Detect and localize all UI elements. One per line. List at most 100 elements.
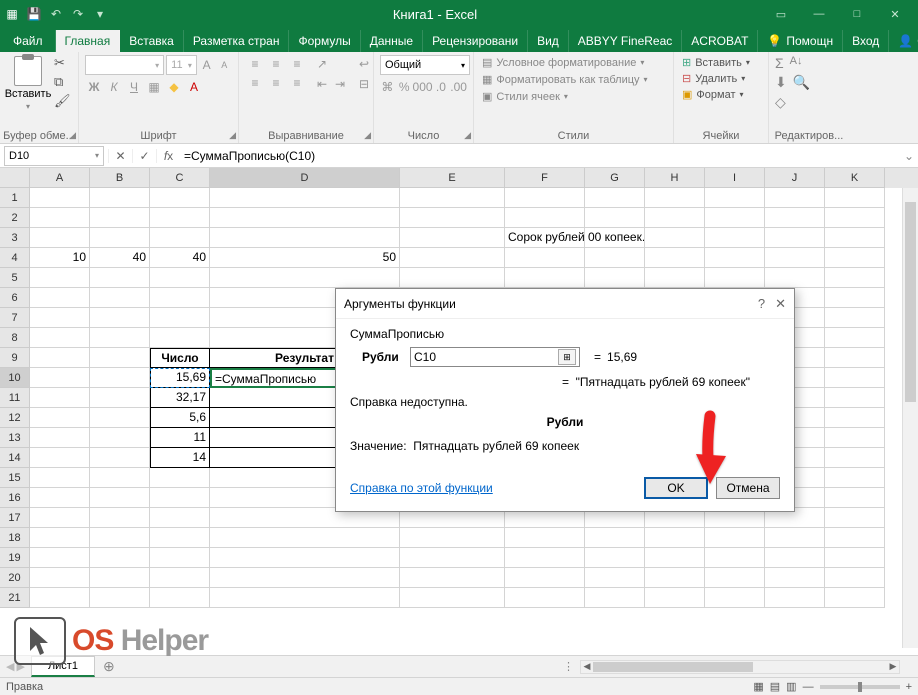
- cell-c4[interactable]: 40: [150, 248, 210, 268]
- orientation-icon[interactable]: ↗: [313, 55, 331, 73]
- find-icon[interactable]: 🔍: [793, 74, 810, 91]
- format-cells-button[interactable]: ▣Формат▾: [680, 87, 762, 102]
- tab-pagelayout[interactable]: Разметка стран: [184, 30, 290, 52]
- col-header-b[interactable]: B: [90, 168, 150, 188]
- fill-icon[interactable]: ⬇: [775, 74, 787, 91]
- row-header[interactable]: 4: [0, 248, 30, 268]
- tab-data[interactable]: Данные: [361, 30, 423, 52]
- fill-color-icon[interactable]: ◆: [165, 78, 183, 96]
- cell-b4[interactable]: 40: [90, 248, 150, 268]
- tab-share[interactable]: 👤Общий доступ: [889, 30, 918, 52]
- row-header[interactable]: 1: [0, 188, 30, 208]
- cell-c9[interactable]: Число: [150, 348, 210, 368]
- number-format-select[interactable]: Общий▾: [380, 55, 470, 75]
- expand-formula-bar-icon[interactable]: ⌄: [900, 149, 918, 163]
- row-header[interactable]: 9: [0, 348, 30, 368]
- row-header[interactable]: 14: [0, 448, 30, 468]
- wrap-text-icon[interactable]: ↩: [355, 55, 373, 73]
- dialog-launcher-icon[interactable]: ◢: [69, 130, 76, 141]
- maximize-icon[interactable]: □: [838, 3, 876, 25]
- cut-icon[interactable]: ✂: [54, 55, 72, 71]
- col-header-e[interactable]: E: [400, 168, 505, 188]
- dialog-launcher-icon[interactable]: ◢: [364, 130, 371, 141]
- horizontal-scrollbar[interactable]: ◀▶: [580, 660, 900, 674]
- col-header-d[interactable]: D: [210, 168, 400, 188]
- ok-button[interactable]: OK: [644, 477, 708, 499]
- dialog-launcher-icon[interactable]: ◢: [229, 130, 236, 141]
- align-center-icon[interactable]: ≡: [266, 74, 286, 92]
- row-header[interactable]: 6: [0, 288, 30, 308]
- dialog-close-icon[interactable]: ✕: [775, 296, 786, 312]
- row-header[interactable]: 19: [0, 548, 30, 568]
- cell-c12[interactable]: 5,6: [150, 408, 210, 428]
- row-header[interactable]: 21: [0, 588, 30, 608]
- row-header[interactable]: 18: [0, 528, 30, 548]
- autosum-icon[interactable]: Σ: [775, 55, 784, 71]
- normal-view-icon[interactable]: ▦: [753, 680, 763, 693]
- vertical-scrollbar[interactable]: [902, 188, 918, 648]
- tab-file[interactable]: Файл: [4, 30, 56, 52]
- col-header-j[interactable]: J: [765, 168, 825, 188]
- cell-c10[interactable]: 15,69: [150, 368, 210, 388]
- format-painter-icon[interactable]: 🖌: [54, 93, 72, 109]
- tab-abbyy[interactable]: ABBYY FineReac: [569, 30, 683, 52]
- row-header[interactable]: 5: [0, 268, 30, 288]
- col-header-a[interactable]: A: [30, 168, 90, 188]
- undo-icon[interactable]: ↶: [48, 6, 64, 22]
- dialog-help-icon[interactable]: ?: [758, 296, 765, 312]
- row-header[interactable]: 13: [0, 428, 30, 448]
- underline-button[interactable]: Ч: [125, 78, 143, 96]
- font-color-icon[interactable]: A: [185, 78, 203, 96]
- minimize-icon[interactable]: —: [800, 3, 838, 25]
- redo-icon[interactable]: ↷: [70, 6, 86, 22]
- row-header[interactable]: 10: [0, 368, 30, 388]
- row-header[interactable]: 15: [0, 468, 30, 488]
- align-top-icon[interactable]: ≡: [245, 55, 265, 73]
- tab-review[interactable]: Рецензировани: [423, 30, 528, 52]
- close-icon[interactable]: ✕: [876, 3, 914, 25]
- cell-f3[interactable]: Сорок рублей 00 копеек.: [505, 228, 585, 248]
- align-bottom-icon[interactable]: ≡: [287, 55, 307, 73]
- bold-button[interactable]: Ж: [85, 78, 103, 96]
- enter-formula-icon[interactable]: ✓: [132, 149, 156, 163]
- tab-formulas[interactable]: Формулы: [289, 30, 360, 52]
- cell-styles-button[interactable]: ▣Стили ячеек▾: [480, 89, 667, 104]
- row-header[interactable]: 16: [0, 488, 30, 508]
- font-family-select[interactable]: ▾: [85, 55, 164, 75]
- name-box[interactable]: D10▾: [4, 146, 104, 166]
- row-header[interactable]: 17: [0, 508, 30, 528]
- paste-button[interactable]: Вставить ▾: [6, 55, 50, 111]
- align-middle-icon[interactable]: ≡: [266, 55, 286, 73]
- shrink-font-icon[interactable]: A: [216, 56, 232, 74]
- row-header[interactable]: 11: [0, 388, 30, 408]
- tab-acrobat[interactable]: ACROBAT: [682, 30, 758, 52]
- page-break-view-icon[interactable]: ▥: [786, 680, 796, 693]
- row-header[interactable]: 2: [0, 208, 30, 228]
- dec-decimal-icon[interactable]: .00: [450, 78, 467, 96]
- cancel-formula-icon[interactable]: ✕: [108, 149, 132, 163]
- copy-icon[interactable]: ⧉: [54, 74, 72, 90]
- tab-insert[interactable]: Вставка: [120, 30, 184, 52]
- format-as-table-button[interactable]: ▦Форматировать как таблицу▾: [480, 72, 667, 87]
- tab-signin[interactable]: Вход: [843, 30, 889, 52]
- grow-font-icon[interactable]: A: [199, 56, 215, 74]
- range-selector-icon[interactable]: ⊞: [558, 349, 576, 365]
- italic-button[interactable]: К: [105, 78, 123, 96]
- decrease-indent-icon[interactable]: ⇤: [313, 75, 331, 93]
- col-header-f[interactable]: F: [505, 168, 585, 188]
- cell-c14[interactable]: 14: [150, 448, 210, 468]
- inc-decimal-icon[interactable]: .0: [434, 78, 449, 96]
- function-help-link[interactable]: Справка по этой функции: [350, 481, 493, 495]
- col-header-c[interactable]: C: [150, 168, 210, 188]
- ribbon-options-icon[interactable]: ▭: [762, 3, 800, 25]
- align-right-icon[interactable]: ≡: [287, 74, 307, 92]
- row-header[interactable]: 8: [0, 328, 30, 348]
- tab-tellme[interactable]: 💡Помощн: [758, 30, 843, 52]
- save-icon[interactable]: 💾: [26, 6, 42, 22]
- row-header[interactable]: 7: [0, 308, 30, 328]
- tab-view[interactable]: Вид: [528, 30, 569, 52]
- cancel-button[interactable]: Отмена: [716, 477, 780, 499]
- sort-icon[interactable]: A↓: [790, 55, 803, 71]
- col-header-i[interactable]: I: [705, 168, 765, 188]
- clear-icon[interactable]: ◇: [775, 94, 786, 110]
